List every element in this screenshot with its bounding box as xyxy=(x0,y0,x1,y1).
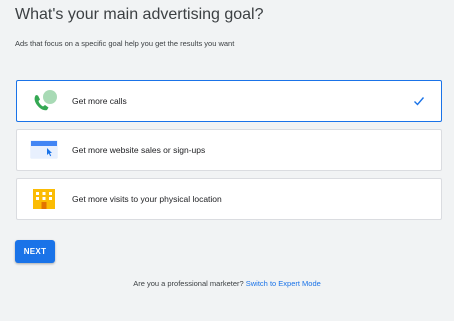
goal-option-calls[interactable]: Get more calls xyxy=(16,80,442,122)
goal-option-location[interactable]: Get more visits to your physical locatio… xyxy=(16,178,442,220)
expert-mode-prompt: Are you a professional marketer? Switch … xyxy=(0,279,454,288)
switch-to-expert-mode-link[interactable]: Switch to Expert Mode xyxy=(246,279,321,288)
goal-option-label: Get more website sales or sign-ups xyxy=(72,145,206,155)
checkmark-icon xyxy=(413,94,425,106)
building-icon xyxy=(30,187,58,211)
next-button[interactable]: NEXT xyxy=(15,240,55,263)
browser-window-icon xyxy=(30,138,58,162)
phone-icon xyxy=(30,89,58,113)
page-title: What's your main advertising goal? xyxy=(15,6,264,23)
expert-mode-question: Are you a professional marketer? xyxy=(133,279,244,288)
goal-option-website[interactable]: Get more website sales or sign-ups xyxy=(16,129,442,171)
goal-option-label: Get more visits to your physical locatio… xyxy=(72,194,222,204)
page-subtitle: Ads that focus on a specific goal help y… xyxy=(15,39,235,48)
goal-option-label: Get more calls xyxy=(72,96,127,106)
